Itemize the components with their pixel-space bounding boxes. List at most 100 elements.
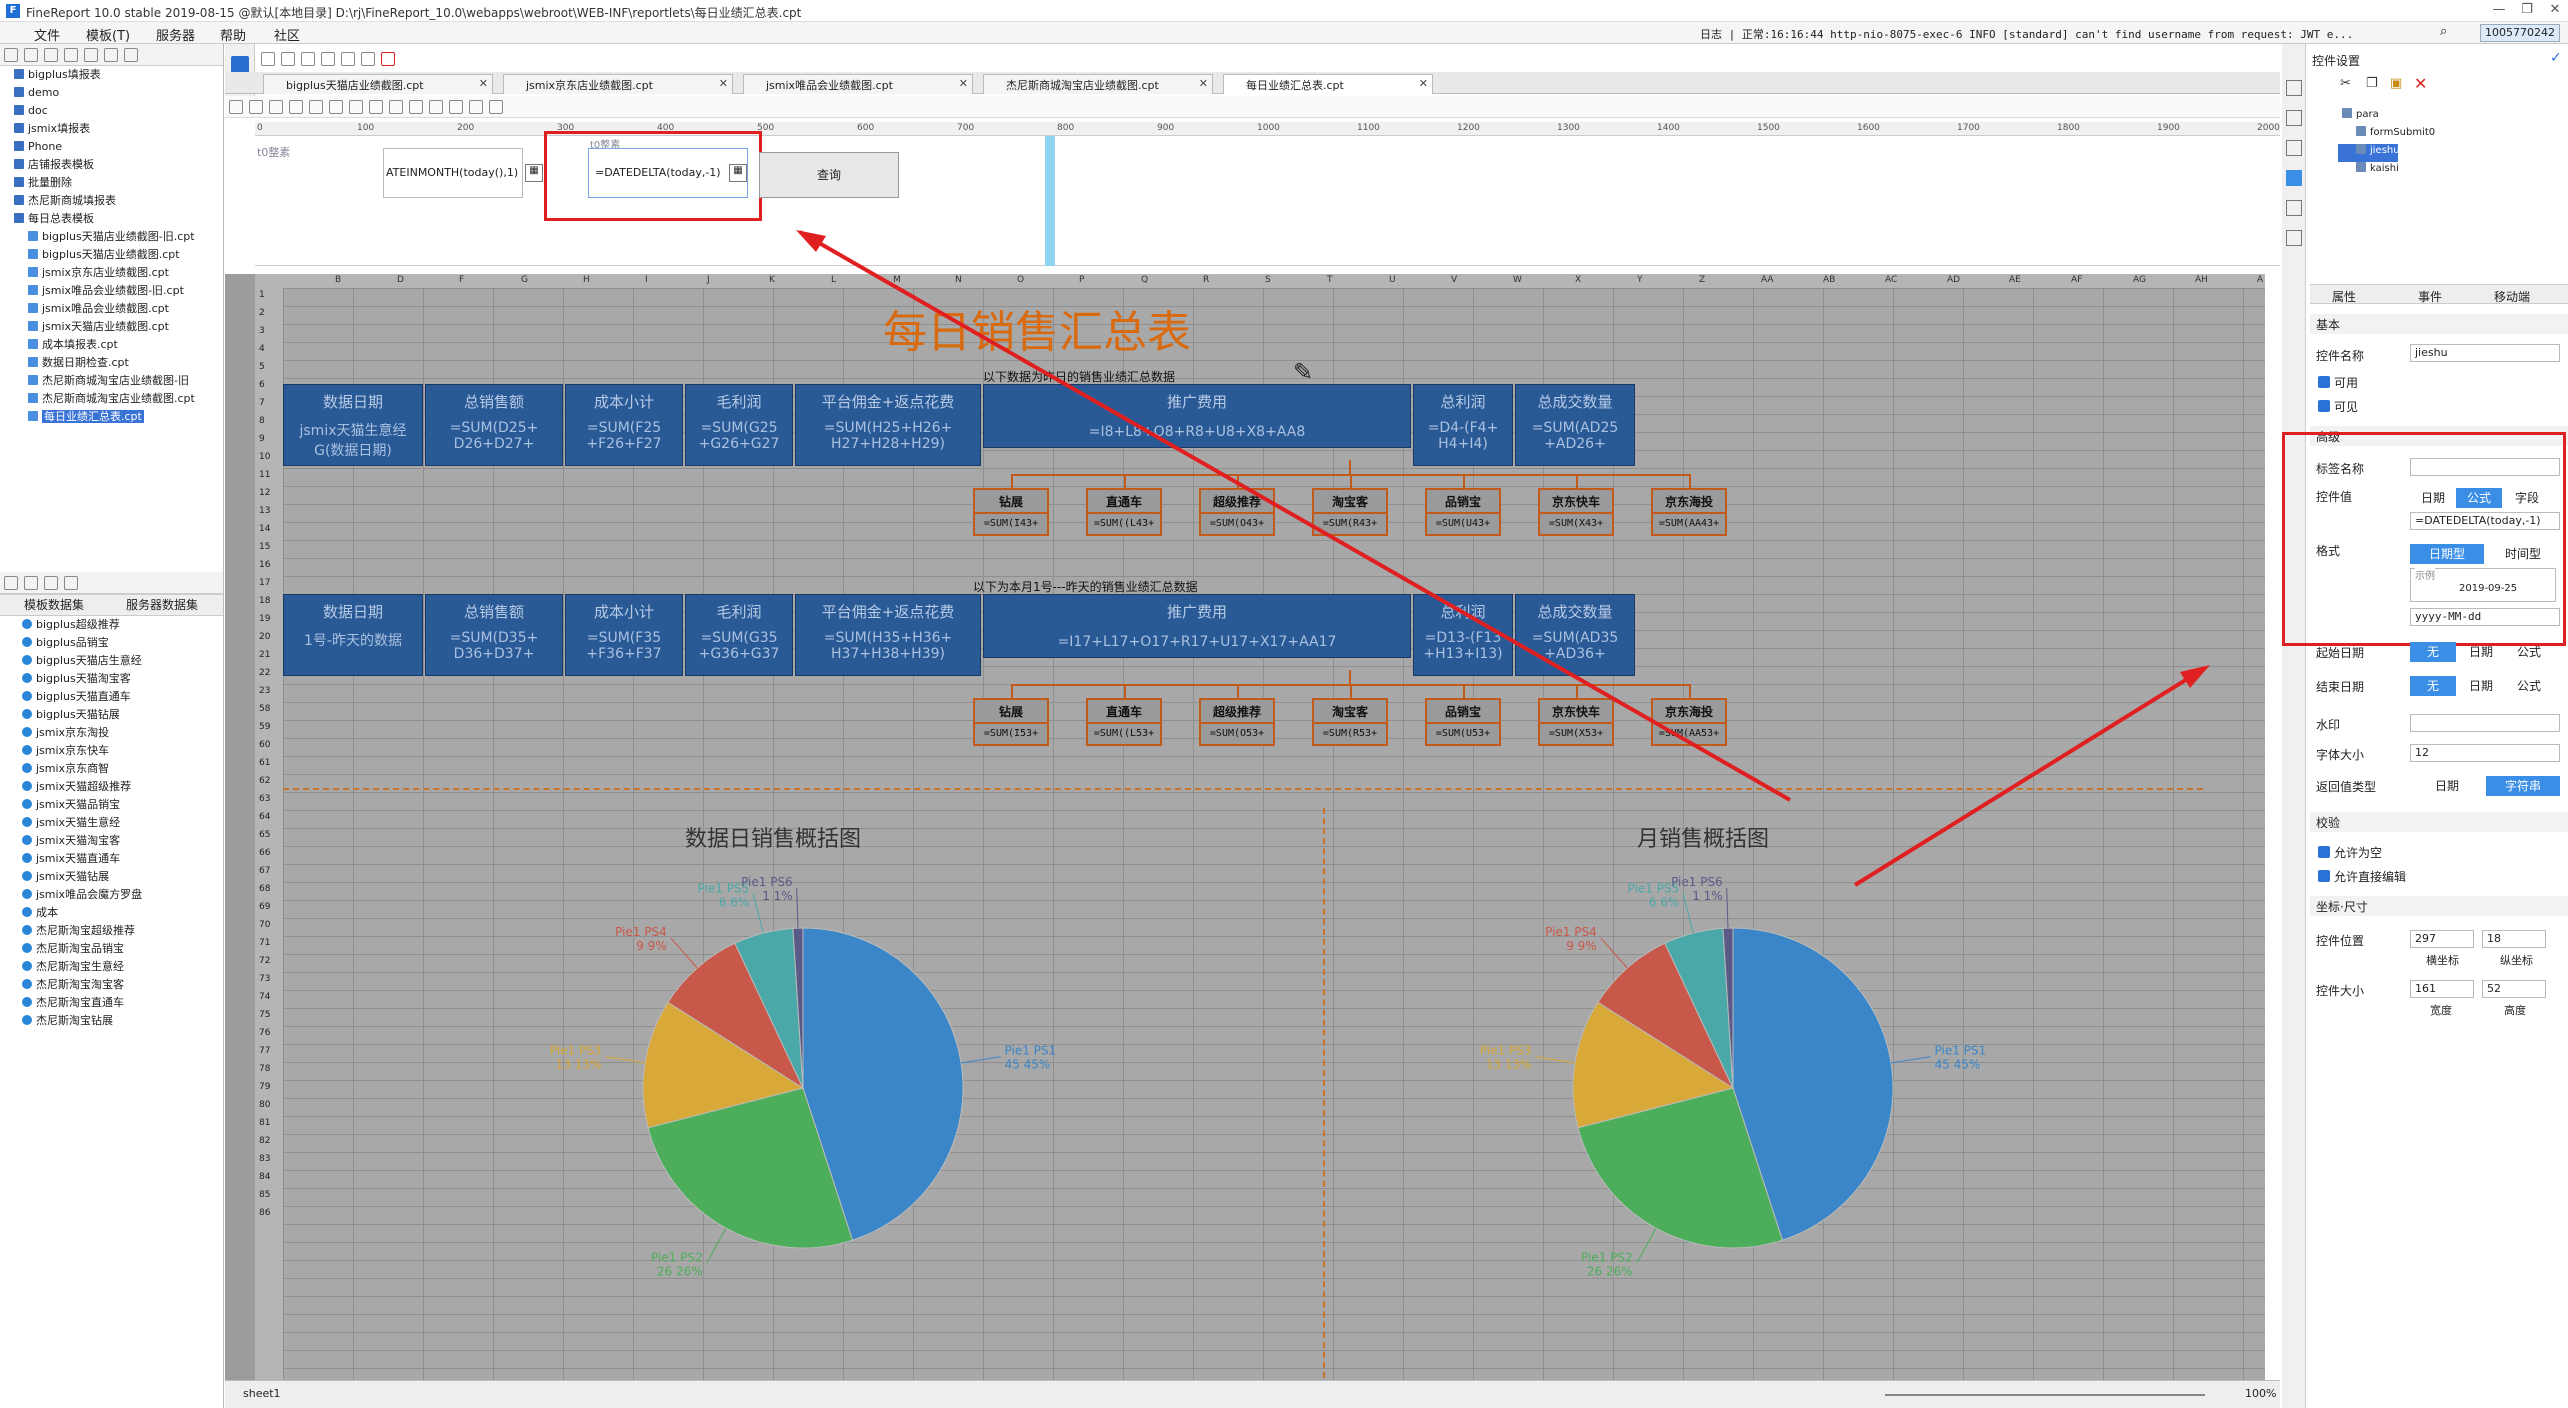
minimize-icon[interactable]: — — [2486, 2, 2512, 20]
row-label[interactable]: 5 — [259, 362, 265, 372]
widget-combo-icon[interactable] — [349, 100, 363, 114]
visible-checkbox[interactable] — [2318, 400, 2330, 412]
watermark-input[interactable] — [2410, 714, 2560, 732]
name-input[interactable]: jieshu — [2410, 344, 2560, 362]
dataset-item[interactable]: 杰尼斯淘宝生意经 — [0, 958, 223, 976]
ad-cost-cell[interactable]: 直通车 =SUM((L53+ — [1086, 698, 1162, 746]
start-mode-formula[interactable]: 公式 — [2506, 642, 2552, 662]
header-cell[interactable]: 总成交数量 =SUM(AD35 +AD36+ — [1515, 594, 1635, 676]
pos-y-input[interactable]: 18 — [2482, 930, 2546, 948]
dataset-item[interactable]: jsmix京东淘投 — [0, 724, 223, 742]
section-basic[interactable]: 基本 — [2310, 314, 2568, 334]
file-tree-item[interactable]: 每日业绩汇总表.cpt — [0, 408, 223, 426]
lock-icon[interactable] — [124, 48, 138, 62]
widget-text-icon[interactable] — [229, 100, 243, 114]
widget-label-icon[interactable] — [429, 100, 443, 114]
tab-properties[interactable]: 属性 — [2332, 288, 2356, 305]
widget-tree-item[interactable]: para — [2338, 108, 2435, 126]
widget-list-icon[interactable] — [369, 100, 383, 114]
sheet-tab[interactable]: sheet1 — [243, 1387, 281, 1400]
start-mode-none[interactable]: 无 — [2410, 642, 2456, 662]
widget-tree-item[interactable]: formSubmit0 — [2338, 126, 2435, 144]
row-label[interactable]: 9 — [259, 434, 265, 444]
ad-cost-cell[interactable]: 品销宝 =SUM(U43+ — [1425, 488, 1501, 536]
copy-icon[interactable] — [64, 48, 78, 62]
dataset-item[interactable]: jsmix京东快车 — [0, 742, 223, 760]
ad-cost-cell[interactable]: 淘宝客 =SUM(R43+ — [1312, 488, 1388, 536]
row-label[interactable]: 12 — [259, 488, 270, 498]
column-label[interactable]: F — [459, 275, 464, 285]
end-mode-none[interactable]: 无 — [2410, 676, 2456, 696]
file-tree-item[interactable]: jsmix京东店业绩截图.cpt — [0, 264, 223, 282]
query-button[interactable]: 查询 — [759, 152, 899, 198]
column-label[interactable]: AF — [2071, 275, 2082, 285]
ad-cost-cell[interactable]: 超级推荐 =SUM(O43+ — [1199, 488, 1275, 536]
user-badge[interactable]: 1005770242 — [2480, 24, 2560, 42]
file-tree-item[interactable]: bigplus天猫店业绩截图-旧.cpt — [0, 228, 223, 246]
row-label[interactable]: 64 — [259, 812, 270, 822]
row-label[interactable]: 21 — [259, 650, 270, 660]
ad-cost-cell[interactable]: 京东快车 =SUM(X43+ — [1538, 488, 1614, 536]
copy-icon[interactable] — [341, 52, 355, 66]
file-tree-item[interactable]: 数据日期检查.cpt — [0, 354, 223, 372]
row-label[interactable]: 15 — [259, 542, 270, 552]
edit-icon[interactable] — [24, 576, 38, 590]
dataset-item[interactable]: 杰尼斯淘宝品销宝 — [0, 940, 223, 958]
menu-file[interactable]: 文件 — [34, 25, 60, 44]
pos-x-input[interactable]: 297 — [2410, 930, 2474, 948]
row-label[interactable]: 67 — [259, 866, 270, 876]
row-label[interactable]: 74 — [259, 992, 270, 1002]
close-tab-icon[interactable]: ✕ — [1419, 77, 1428, 90]
dataset-item[interactable]: jsmix天猫超级推荐 — [0, 778, 223, 796]
dataset-item[interactable]: jsmix京东商智 — [0, 760, 223, 778]
save-icon[interactable] — [261, 52, 275, 66]
widget-file-icon[interactable] — [449, 100, 463, 114]
dataset-item[interactable]: bigplus天猫淘宝客 — [0, 670, 223, 688]
header-cell[interactable]: 总利润 =D4-(F4+ H4+I4) — [1413, 384, 1513, 466]
row-label[interactable]: 19 — [259, 614, 270, 624]
dataset-item[interactable]: bigplus品销宝 — [0, 634, 223, 652]
menu-community[interactable]: 社区 — [274, 25, 300, 44]
ad-cost-cell[interactable]: 品销宝 =SUM(U53+ — [1425, 698, 1501, 746]
ad-cost-cell[interactable]: 京东海投 =SUM(AA43+ — [1651, 488, 1727, 536]
column-label[interactable]: O — [1017, 275, 1024, 285]
file-tree-item[interactable]: bigplus天猫店业绩截图.cpt — [0, 246, 223, 264]
column-label[interactable]: U — [1389, 275, 1396, 285]
row-label[interactable]: 61 — [259, 758, 270, 768]
file-tree-item[interactable]: 杰尼斯商城填报表 — [0, 192, 223, 210]
row-label[interactable]: 63 — [259, 794, 270, 804]
file-tab[interactable]: jsmix京东店业绩截图.cpt ✕ — [503, 74, 733, 94]
header-cell[interactable]: 平台佣金+返点花费 =SUM(H25+H26+ H27+H28+H29) — [795, 384, 981, 466]
allow-edit-checkbox[interactable] — [2318, 870, 2330, 882]
cell-attr-icon[interactable] — [2286, 80, 2302, 96]
header-cell[interactable]: 数据日期 1号-昨天的数据 — [283, 594, 423, 676]
file-tree-item[interactable]: 批量删除 — [0, 174, 223, 192]
file-tree-item[interactable]: demo — [0, 84, 223, 102]
row-label[interactable]: 7 — [259, 398, 265, 408]
start-mode-date[interactable]: 日期 — [2458, 642, 2504, 662]
file-tree-item[interactable]: 杰尼斯商城淘宝店业绩截图-旧 — [0, 372, 223, 390]
new-folder-icon[interactable] — [4, 48, 18, 62]
end-mode-date[interactable]: 日期 — [2458, 676, 2504, 696]
row-label[interactable]: 84 — [259, 1172, 270, 1182]
file-tree-item[interactable]: jsmix唯品会业绩截图.cpt — [0, 300, 223, 318]
widget-radio-icon[interactable] — [329, 100, 343, 114]
widget-image-icon[interactable] — [469, 100, 483, 114]
cut-icon[interactable]: ✂ — [2340, 76, 2351, 91]
column-label[interactable]: AB — [1823, 275, 1835, 285]
row-label[interactable]: 65 — [259, 830, 270, 840]
row-label[interactable]: 20 — [259, 632, 270, 642]
file-tab[interactable]: 每日业绩汇总表.cpt ✕ — [1223, 74, 1433, 94]
row-label[interactable]: 82 — [259, 1136, 270, 1146]
column-label[interactable]: N — [955, 275, 962, 285]
header-cell[interactable]: 推广费用 =I8+L8+O8+R8+U8+X8+AA8 — [983, 384, 1411, 448]
monthly-pie-chart[interactable]: 月销售概括图 Pie1 PS1 45 45% Pie1 PS2 26 26% Pie1 P… — [1303, 818, 2213, 1338]
tab-mobile[interactable]: 移动端 — [2494, 288, 2530, 305]
row-label[interactable]: 81 — [259, 1118, 270, 1128]
file-tree-item[interactable]: 每日总表模板 — [0, 210, 223, 228]
ad-cost-cell[interactable]: 直通车 =SUM((L43+ — [1086, 488, 1162, 536]
row-label[interactable]: 22 — [259, 668, 270, 678]
size-h-input[interactable]: 52 — [2482, 980, 2546, 998]
header-cell[interactable]: 总销售额 =SUM(D35+ D36+D37+ — [425, 594, 563, 676]
calendar-icon[interactable]: ▦ — [525, 164, 543, 182]
